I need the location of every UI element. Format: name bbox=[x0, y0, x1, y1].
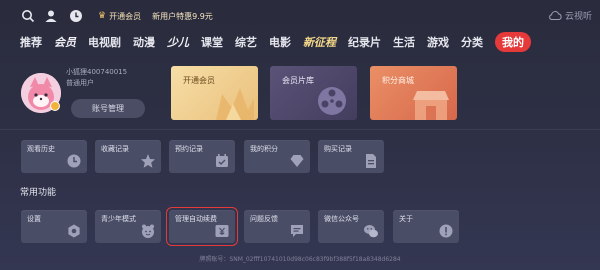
my-points-tile[interactable]: 我的积分 bbox=[244, 140, 310, 173]
purchase-history-label: 购买记录 bbox=[324, 145, 352, 153]
auto-renewal-tile[interactable]: 管理自动续费 bbox=[166, 207, 238, 246]
wechat-account-label: 微信公众号 bbox=[324, 215, 359, 223]
receipt-icon bbox=[366, 154, 376, 168]
settings-icon bbox=[68, 224, 80, 238]
vip-promo-link[interactable]: ♛ 开通会员 新用户特惠9.9元 bbox=[98, 9, 213, 23]
tab-vip[interactable]: 会员 bbox=[54, 34, 76, 50]
tab-classroom[interactable]: 课堂 bbox=[201, 34, 223, 50]
search-icon[interactable] bbox=[21, 9, 35, 23]
shop-icon bbox=[413, 91, 449, 120]
chat-icon bbox=[291, 225, 303, 237]
watch-history-tile[interactable]: 观看历史 bbox=[21, 140, 87, 173]
favorites-tile[interactable]: 收藏记录 bbox=[95, 140, 161, 173]
account-manage-button[interactable]: 账号管理 bbox=[71, 99, 145, 118]
vip-promo-text: 新用户特惠9.9元 bbox=[152, 11, 213, 21]
tab-life[interactable]: 生活 bbox=[393, 34, 415, 50]
tab-tv-series[interactable]: 电视剧 bbox=[88, 34, 121, 50]
main-nav: 推荐 会员 电视剧 动漫 少儿 课堂 综艺 电影 新征程 纪录片 生活 游戏 分… bbox=[20, 32, 531, 52]
teen-mode-tile[interactable]: 青少年模式 bbox=[95, 210, 161, 243]
tab-kids[interactable]: 少儿 bbox=[167, 34, 189, 50]
reservations-tile[interactable]: 预约记录 bbox=[169, 140, 235, 173]
teen-mode-label: 青少年模式 bbox=[101, 215, 136, 223]
vip-card-label: 开通会员 bbox=[183, 76, 215, 85]
favorites-label: 收藏记录 bbox=[101, 145, 129, 153]
settings-label: 设置 bbox=[27, 215, 41, 223]
about-label: 关于 bbox=[399, 215, 413, 223]
tab-games[interactable]: 游戏 bbox=[427, 34, 449, 50]
tab-variety[interactable]: 综艺 bbox=[235, 34, 257, 50]
info-icon bbox=[439, 224, 453, 238]
calendar-icon bbox=[216, 154, 228, 167]
auto-renewal-label: 管理自动续费 bbox=[175, 215, 217, 223]
user-type: 普通用户 bbox=[66, 79, 94, 87]
crown-art-icon bbox=[216, 88, 254, 120]
brand-logo: 云视听 bbox=[548, 9, 592, 22]
tab-mine[interactable]: 我的 bbox=[495, 32, 531, 52]
user-icon[interactable] bbox=[44, 9, 58, 23]
yuan-card-icon bbox=[215, 225, 229, 237]
child-face-icon bbox=[142, 224, 154, 238]
edit-badge-icon bbox=[50, 101, 60, 111]
crown-icon: ♛ bbox=[98, 11, 107, 21]
settings-tile[interactable]: 设置 bbox=[21, 210, 87, 243]
history-icon bbox=[67, 154, 81, 168]
tab-movie[interactable]: 电影 bbox=[269, 34, 291, 50]
vip-label: 开通会员 bbox=[109, 11, 142, 21]
feedback-tile[interactable]: 问题反馈 bbox=[244, 210, 310, 243]
brand-name: 云视听 bbox=[564, 12, 592, 22]
cloud-icon bbox=[549, 11, 562, 20]
points-mall-card[interactable]: 积分商城 bbox=[370, 66, 457, 120]
about-tile[interactable]: 关于 bbox=[393, 210, 459, 243]
purchase-history-tile[interactable]: 购买记录 bbox=[318, 140, 384, 173]
device-account-label: 牌照账号：SNM_02fff10741010d98c06c83f9bf388f5… bbox=[199, 256, 401, 263]
wechat-account-tile[interactable]: 微信公众号 bbox=[318, 210, 384, 243]
vip-card[interactable]: 开通会员 bbox=[171, 66, 258, 120]
film-reel-icon bbox=[318, 87, 346, 115]
top-bar: ♛ 开通会员 新用户特惠9.9元 云视听 bbox=[0, 0, 600, 30]
feedback-label: 问题反馈 bbox=[250, 215, 278, 223]
vip-library-card[interactable]: 会员片库 bbox=[270, 66, 357, 120]
tab-new-journey[interactable]: 新征程 bbox=[303, 34, 336, 50]
star-icon bbox=[141, 154, 155, 168]
my-points-label: 我的积分 bbox=[250, 145, 278, 153]
user-name: 小狐狸400740015 bbox=[66, 68, 128, 76]
section-title: 常用功能 bbox=[20, 188, 57, 198]
watch-history-label: 观看历史 bbox=[27, 145, 55, 153]
diamond-icon bbox=[290, 155, 304, 167]
points-mall-label: 积分商城 bbox=[382, 76, 414, 85]
tab-recommend[interactable]: 推荐 bbox=[20, 34, 42, 50]
section-divider bbox=[0, 129, 600, 130]
tab-categories[interactable]: 分类 bbox=[461, 34, 483, 50]
reservations-label: 预约记录 bbox=[175, 145, 203, 153]
wechat-icon bbox=[364, 225, 378, 238]
tab-anime[interactable]: 动漫 bbox=[133, 34, 155, 50]
clock-icon[interactable] bbox=[69, 9, 83, 23]
tab-documentary[interactable]: 纪录片 bbox=[348, 34, 381, 50]
vip-library-label: 会员片库 bbox=[282, 76, 314, 85]
